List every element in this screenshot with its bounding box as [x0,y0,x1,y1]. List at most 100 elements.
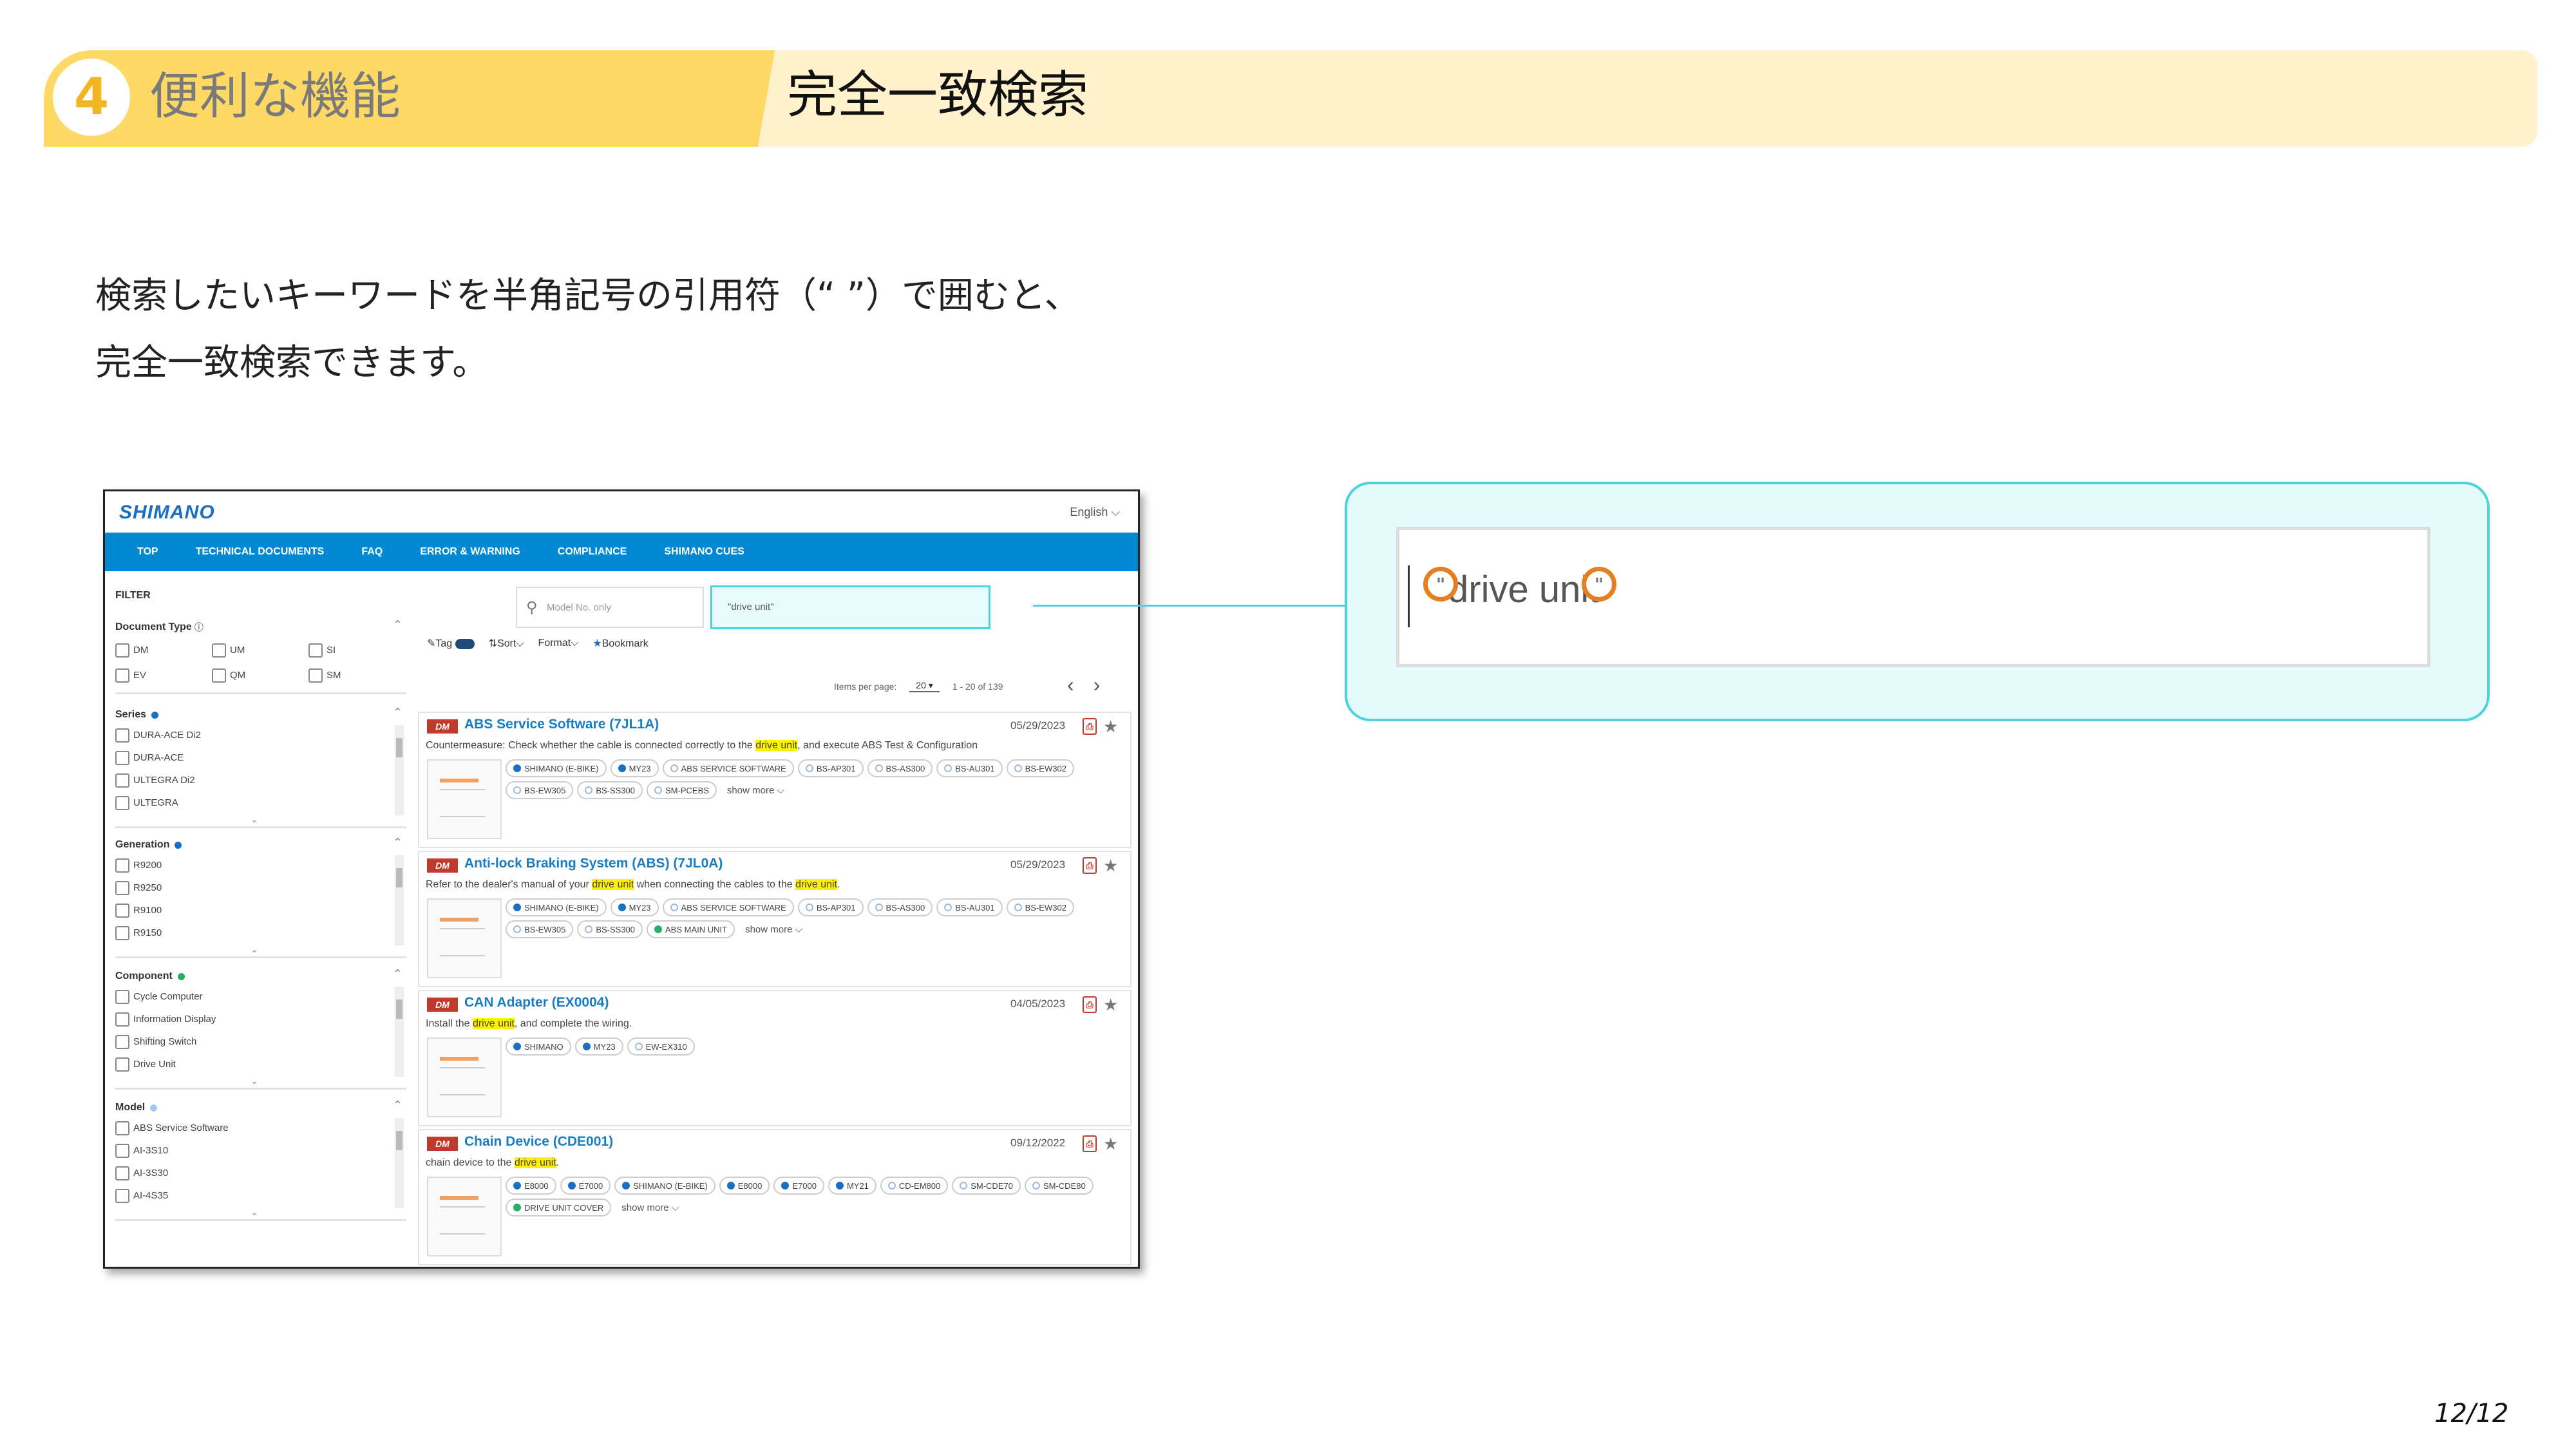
doc-type-option[interactable]: DM [115,639,212,661]
show-more-link[interactable]: show more ⌵ [615,1198,679,1217]
tag[interactable]: E7000 [560,1177,611,1195]
bookmark-button[interactable]: ★Bookmark [592,637,648,650]
chevron-down-icon[interactable]: ⌄ [251,944,258,955]
list-item[interactable]: AI-4S35 [115,1184,406,1207]
result-card[interactable]: DM CAN Adapter (EX0004) 04/05/2023 ⎙ ★ I… [418,990,1132,1126]
tag[interactable]: SHIMANO (E-BIKE) [506,759,607,777]
chevron-down-icon[interactable]: ⌄ [251,1075,258,1086]
result-card[interactable]: DM Anti-lock Braking System (ABS) (7JL0A… [418,851,1132,987]
doc-type-option[interactable]: SM [308,664,405,687]
checkbox[interactable] [115,643,129,658]
nav-top[interactable]: TOP [137,546,158,558]
bookmark-star-icon[interactable]: ★ [1103,717,1118,737]
checkbox[interactable] [115,728,129,743]
checkbox[interactable] [115,903,129,918]
pdf-icon[interactable]: ⎙ [1083,996,1097,1013]
list-item[interactable]: Information Display [115,1008,406,1030]
result-card[interactable]: DM Chain Device (CDE001) 09/12/2022 ⎙ ★ … [418,1129,1132,1265]
checkbox[interactable] [115,858,129,873]
list-item[interactable]: R9150 [115,922,406,944]
tag[interactable]: MY23 [574,1037,623,1056]
tag[interactable]: BS-AP301 [797,759,864,777]
shimano-logo[interactable]: SHIMANO [119,502,215,524]
tag[interactable]: CD-EM800 [880,1177,949,1195]
bookmark-star-icon[interactable]: ★ [1103,856,1118,876]
tag[interactable]: SM-CDE80 [1024,1177,1094,1195]
checkbox[interactable] [115,795,129,810]
tag[interactable]: E8000 [719,1177,770,1195]
result-title[interactable]: Chain Device (CDE001) [464,1134,613,1150]
tag[interactable]: E8000 [506,1177,556,1195]
checkbox[interactable] [115,880,129,895]
show-more-link[interactable]: show more ⌵ [721,781,784,799]
tag[interactable]: BS-SS300 [577,781,643,799]
result-title[interactable]: CAN Adapter (EX0004) [464,995,609,1010]
show-more-link[interactable]: show more ⌵ [739,920,802,938]
chevron-up-icon[interactable]: ⌃ [393,836,402,849]
tag[interactable]: BS-EW302 [1006,898,1074,916]
document-thumbnail[interactable] [427,1177,502,1256]
help-icon[interactable]: ⓘ [194,621,204,634]
tag[interactable]: BS-EW305 [506,920,574,938]
tag[interactable]: ABS SERVICE SOFTWARE [662,898,794,916]
tag[interactable]: SHIMANO [506,1037,571,1056]
tag[interactable]: E7000 [773,1177,824,1195]
pdf-icon[interactable]: ⎙ [1083,1135,1097,1152]
scrollbar[interactable] [395,987,404,1077]
checkbox[interactable] [212,668,226,683]
result-title[interactable]: Anti-lock Braking System (ABS) (7JL0A) [464,856,723,871]
list-item[interactable]: Shifting Switch [115,1030,406,1053]
result-card[interactable]: DM ABS Service Software (7JL1A) 05/29/20… [418,712,1132,848]
checkbox[interactable] [115,773,129,788]
checkbox[interactable] [308,643,323,658]
chevron-up-icon[interactable]: ⌃ [393,618,402,632]
checkbox[interactable] [115,989,129,1004]
checkbox[interactable] [212,643,226,658]
result-title[interactable]: ABS Service Software (7JL1A) [464,717,659,732]
tag[interactable]: EW-EX310 [627,1037,695,1056]
list-item[interactable]: R9200 [115,854,406,876]
document-thumbnail[interactable] [427,759,502,839]
tag[interactable]: DRIVE UNIT COVER [506,1198,612,1217]
tag[interactable]: BS-SS300 [577,920,643,938]
doc-type-option[interactable]: EV [115,664,212,687]
toggle-switch[interactable] [455,638,475,649]
scrollbar[interactable] [395,1118,404,1208]
chevron-up-icon[interactable]: ⌃ [393,1099,402,1112]
tag[interactable]: MY23 [610,759,659,777]
checkbox[interactable] [115,925,129,940]
pdf-icon[interactable]: ⎙ [1083,718,1097,735]
list-item[interactable]: ULTEGRA [115,791,406,814]
items-per-page-select[interactable]: 20 ▾ [909,680,940,692]
list-item[interactable]: AI-3S30 [115,1162,406,1184]
chevron-up-icon[interactable]: ⌃ [393,706,402,719]
list-item[interactable]: DURA-ACE [115,746,406,769]
tag[interactable]: ABS MAIN UNIT [647,920,735,938]
nav-error-warning[interactable]: ERROR & WARNING [420,546,520,558]
list-item[interactable]: AI-3S10 [115,1139,406,1162]
next-page-icon[interactable]: › [1094,673,1101,697]
checkbox[interactable] [115,1034,129,1049]
list-item[interactable]: ABS Service Software [115,1117,406,1139]
checkbox[interactable] [115,1012,129,1027]
chevron-down-icon[interactable]: ⌄ [251,814,258,825]
checkbox[interactable] [308,668,323,683]
checkbox[interactable] [115,1121,129,1135]
tag[interactable]: BS-EW305 [506,781,574,799]
document-thumbnail[interactable] [427,898,502,978]
nav-faq[interactable]: FAQ [361,546,383,558]
pdf-icon[interactable]: ⎙ [1083,857,1097,874]
tag[interactable]: BS-AU301 [936,759,1003,777]
nav-technical-documents[interactable]: TECHNICAL DOCUMENTS [196,546,325,558]
tag[interactable]: BS-EW302 [1006,759,1074,777]
tag[interactable]: MY23 [610,898,659,916]
scrollbar[interactable] [395,725,404,815]
tag[interactable]: SM-CDE70 [952,1177,1021,1195]
checkbox[interactable] [115,1143,129,1158]
prev-page-icon[interactable]: ‹ [1067,673,1074,697]
tag[interactable]: MY21 [828,1177,876,1195]
tag[interactable]: SHIMANO (E-BIKE) [506,898,607,916]
list-item[interactable]: Cycle Computer [115,985,406,1008]
checkbox[interactable] [115,1188,129,1203]
list-item[interactable]: Drive Unit [115,1053,406,1075]
